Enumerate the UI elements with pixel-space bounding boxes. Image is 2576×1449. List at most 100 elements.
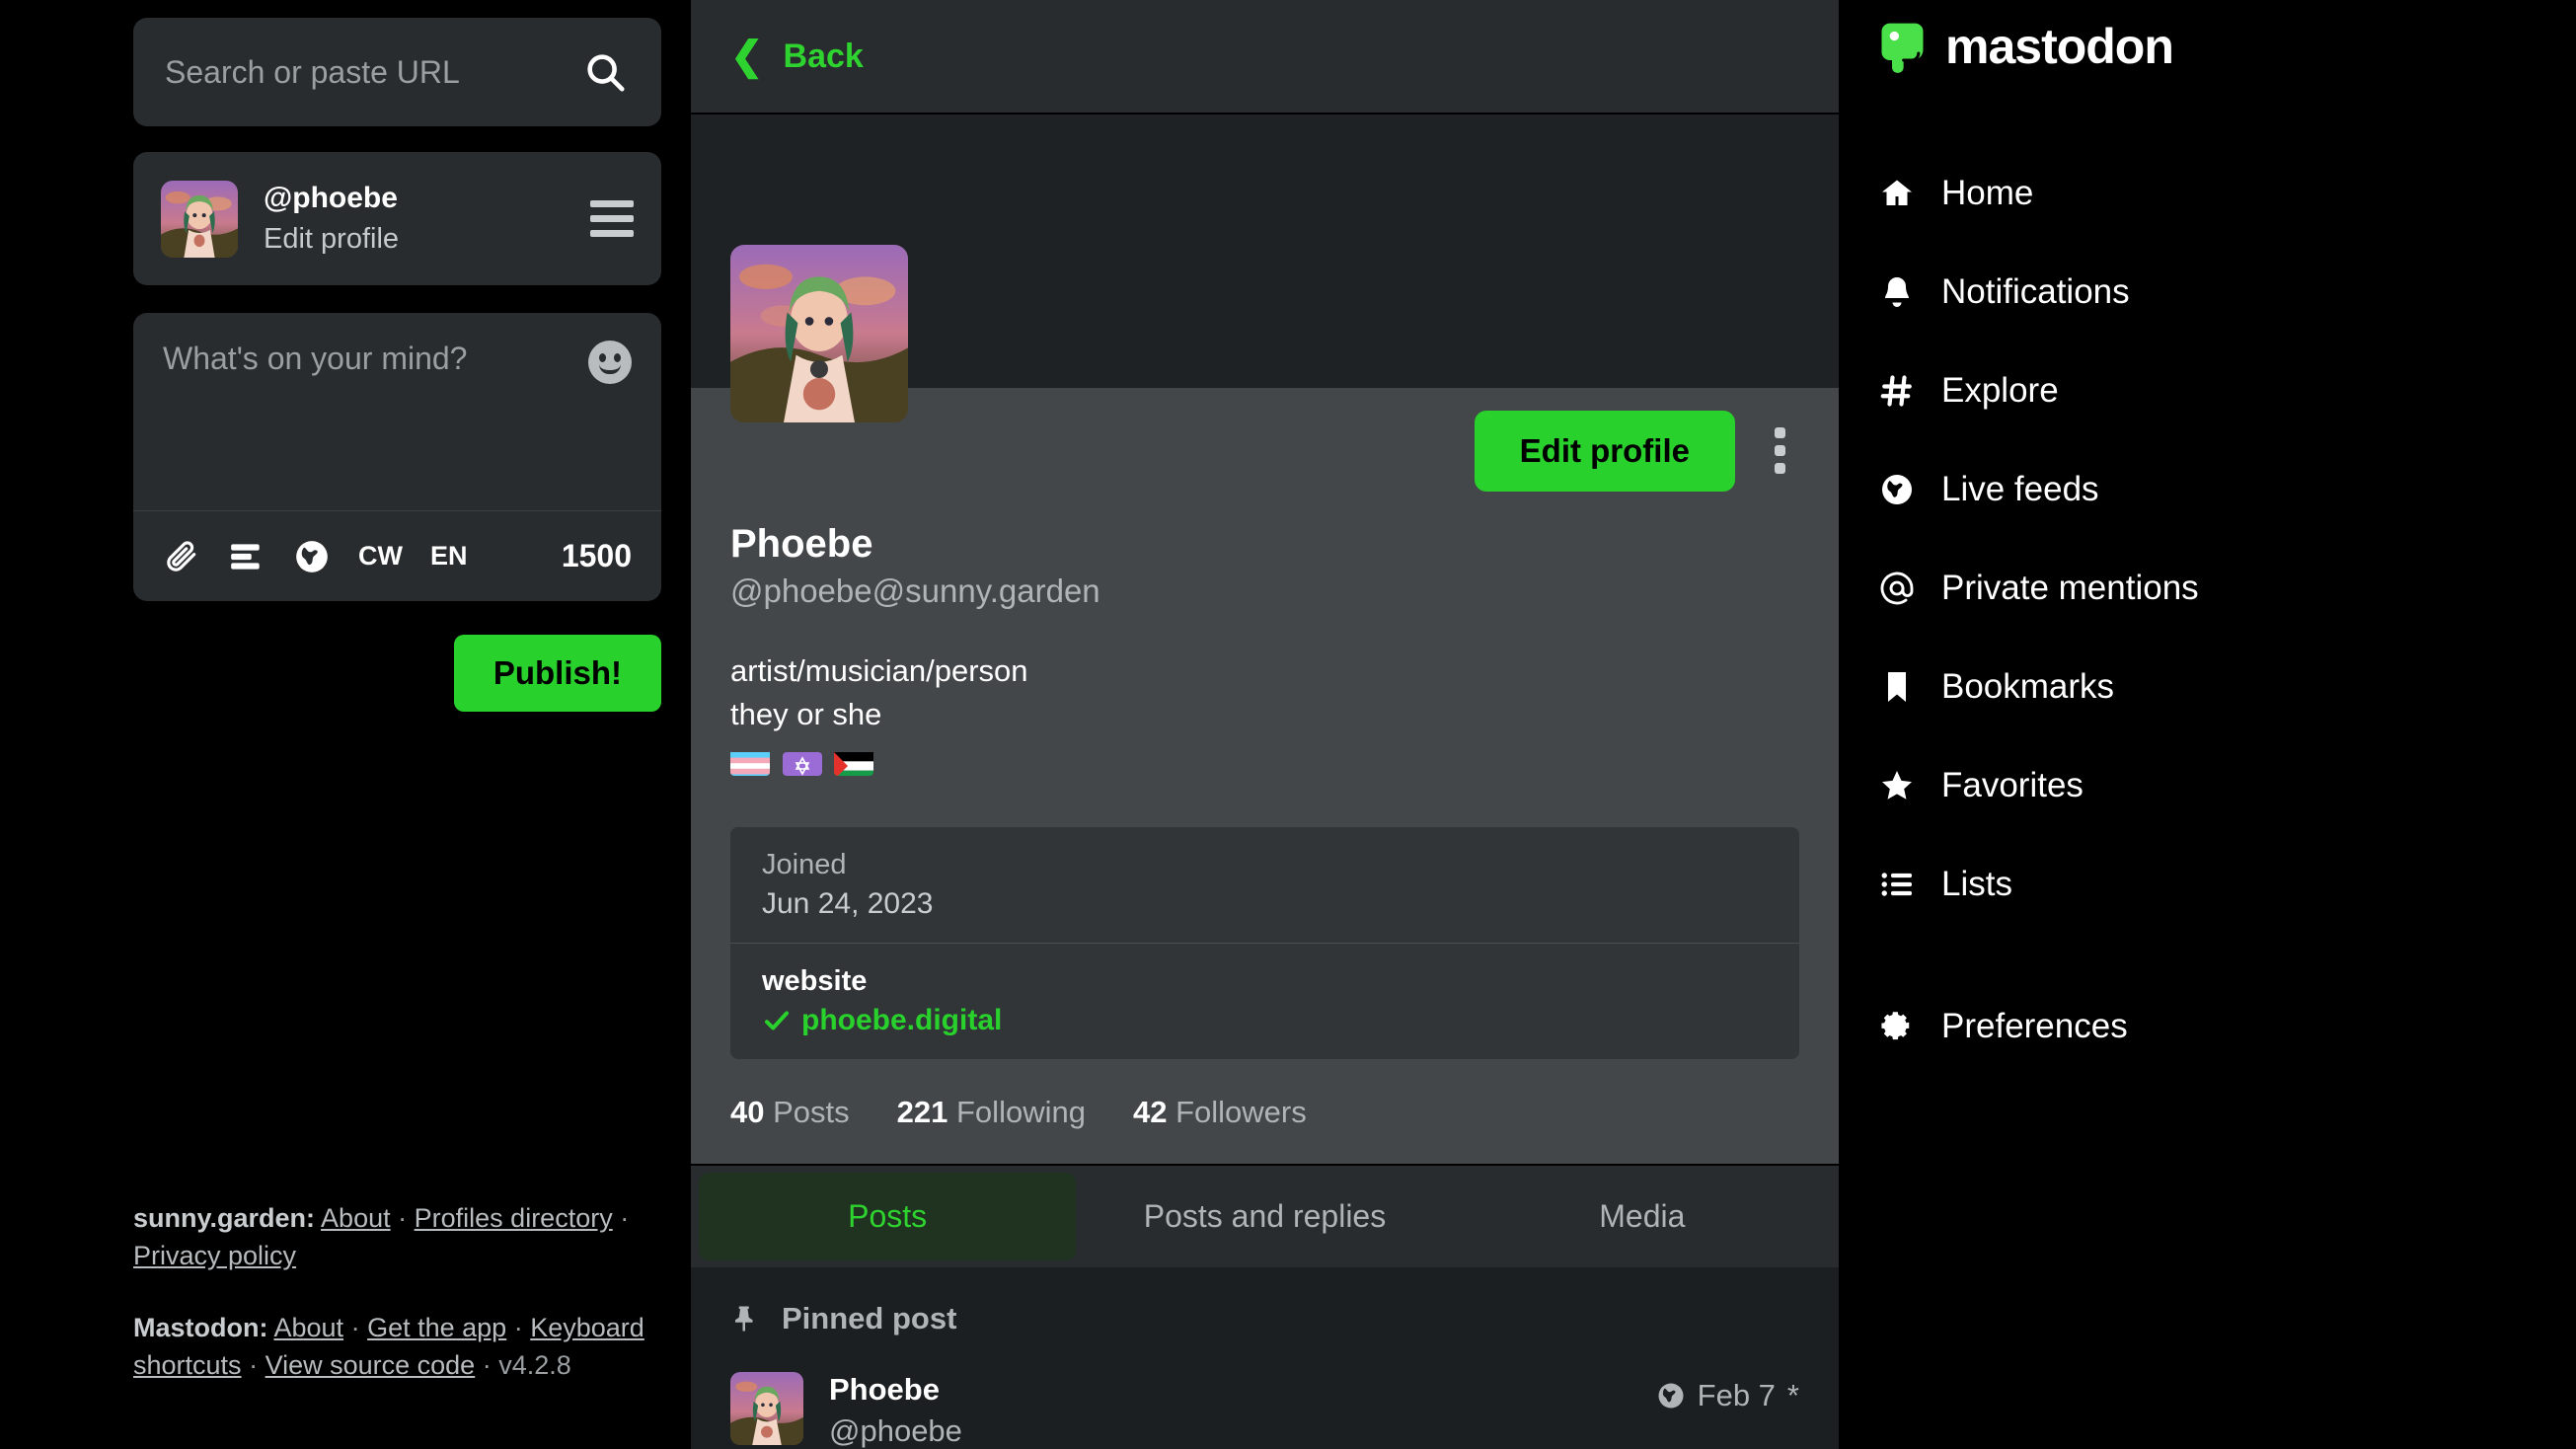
post-author-name: Phoebe [829,1371,940,1407]
footer-link-profiles-directory[interactable]: Profiles directory [415,1203,613,1233]
footer: sunny.garden: About · Profiles directory… [133,1199,661,1417]
bell-icon [1878,274,1916,310]
kebab-dot [1775,463,1785,475]
tab-media[interactable]: Media [1454,1173,1831,1260]
stat-posts-count: 40 [730,1095,765,1129]
hashtag-icon [1878,373,1916,409]
footer-version: v4.2.8 [498,1349,571,1380]
sidebar-item-private-mentions[interactable]: Private mentions [1878,539,2576,638]
field-name: website [762,965,868,997]
edit-profile-link[interactable]: Edit profile [264,222,590,257]
stat-posts-label: Posts [773,1095,850,1129]
hamburger-bar [590,200,634,207]
compose-placeholder: What's on your mind? [163,341,468,376]
search-box[interactable] [133,18,661,126]
footer-link-privacy-policy[interactable]: Privacy policy [133,1241,296,1270]
compose-toolbar: CW EN 1500 [133,510,661,601]
hamburger-bar [590,230,634,237]
profile-body: Edit profile Phoebe @phoebe@sunny.garden… [691,244,1839,1164]
sidebar-item-label: Bookmarks [1941,667,2115,706]
stat-following[interactable]: 221 Following [897,1095,1086,1130]
field-value: Jun 24, 2023 [762,887,934,920]
footer-link-view-source-code[interactable]: View source code [265,1350,476,1380]
character-counter: 1500 [561,538,632,573]
post-edited-mark: * [1786,1377,1799,1412]
post-author[interactable]: Phoebe @phoebe [829,1372,1656,1449]
list-icon [1878,867,1916,902]
globe-icon [1878,472,1916,507]
footer-link-get-the-app[interactable]: Get the app [367,1313,506,1342]
trans-flag-icon [730,748,770,776]
stat-followers[interactable]: 42 Followers [1133,1095,1307,1130]
paperclip-icon[interactable] [163,538,200,575]
center-column: ❮ Back Edit profile Phoebe @phoebe@sunny… [691,0,1839,1449]
footer-separator: · [350,1312,360,1342]
field-value[interactable]: phoebe.digital [762,1004,1768,1037]
nav-divider-gap [1878,934,2576,977]
back-button[interactable]: ❮ Back [691,0,1839,115]
sidebar-item-label: Explore [1941,371,2059,410]
stat-following-label: Following [956,1095,1086,1129]
at-icon [1878,571,1916,606]
mastodon-logo[interactable]: mastodon [1878,18,2576,75]
profile-stats: 40 Posts 221 Following 42 Followers [730,1059,1799,1164]
star-of-david-icon [782,748,822,776]
sidebar-item-label: Notifications [1941,272,2130,311]
hamburger-icon[interactable] [590,200,634,237]
globe-icon[interactable] [293,538,331,575]
pinned-post-label: Pinned post [782,1300,957,1335]
gear-icon [1878,1009,1916,1044]
globe-icon [1658,1383,1684,1409]
footer-instance-name: sunny.garden: [133,1203,316,1233]
publish-row: Publish! [133,635,661,712]
footer-separator: · [620,1203,630,1233]
publish-button[interactable]: Publish! [453,635,661,712]
post-timestamp: Feb 7 [1697,1377,1776,1412]
mastodon-app: @phoebe Edit profile What's on your mind… [0,0,2576,1449]
content-warning-button[interactable]: CW [358,541,403,572]
emoji-smiley-icon[interactable] [588,341,632,384]
mastodon-elephant-icon [1881,23,1924,73]
profile-field: website phoebe.digital [730,943,1799,1059]
verified-check-icon [765,1011,789,1030]
sidebar-item-label: Home [1941,174,2034,212]
bio-flag-emojis [730,740,1799,784]
sidebar-item-label: Private mentions [1941,569,2199,607]
sidebar-item-lists[interactable]: Lists [1878,835,2576,934]
avatar[interactable] [161,180,238,258]
kebab-menu-icon[interactable] [1761,419,1799,482]
search-input[interactable] [165,53,582,91]
stat-followers-count: 42 [1132,1095,1168,1129]
edit-profile-button[interactable]: Edit profile [1474,410,1735,492]
stat-posts[interactable]: 40 Posts [730,1095,850,1130]
compose-textarea[interactable]: What's on your mind? [133,313,661,510]
sidebar-item-explore[interactable]: Explore [1878,342,2576,440]
sidebar-item-notifications[interactable]: Notifications [1878,243,2576,342]
palestine-flag-icon [834,748,874,776]
left-column: @phoebe Edit profile What's on your mind… [0,0,691,1449]
tab-posts-and-replies[interactable]: Posts and replies [1076,1173,1453,1260]
footer-separator: · [482,1349,492,1380]
sidebar-item-favorites[interactable]: Favorites [1878,736,2576,835]
account-card[interactable]: @phoebe Edit profile [133,152,661,285]
sidebar-item-label: Live feeds [1941,470,2099,508]
sidebar-item-live-feeds[interactable]: Live feeds [1878,440,2576,539]
sidebar-item-home[interactable]: Home [1878,144,2576,243]
sidebar-item-preferences[interactable]: Preferences [1878,977,2576,1076]
footer-separator: · [398,1203,408,1233]
tab-posts[interactable]: Posts [699,1172,1077,1260]
poll-icon[interactable] [228,538,265,575]
search-icon[interactable] [582,49,628,95]
footer-link-about[interactable]: About [321,1203,391,1233]
footer-separator: · [249,1349,259,1380]
profile-fields: Joined Jun 24, 2023 website phoebe.digit… [730,827,1799,1059]
footer-instance: sunny.garden: About · Profiles directory… [133,1199,661,1275]
footer-link-mastodon-about[interactable]: About [274,1313,344,1342]
language-button[interactable]: EN [430,541,468,572]
post-avatar[interactable] [730,1371,803,1445]
pin-icon [735,1306,753,1332]
sidebar-item-bookmarks[interactable]: Bookmarks [1878,638,2576,736]
profile-avatar[interactable] [730,244,908,422]
post-meta[interactable]: Feb 7 * [1656,1378,1799,1413]
right-navigation: mastodon Home Notifications Explore Live… [1839,0,2576,1449]
